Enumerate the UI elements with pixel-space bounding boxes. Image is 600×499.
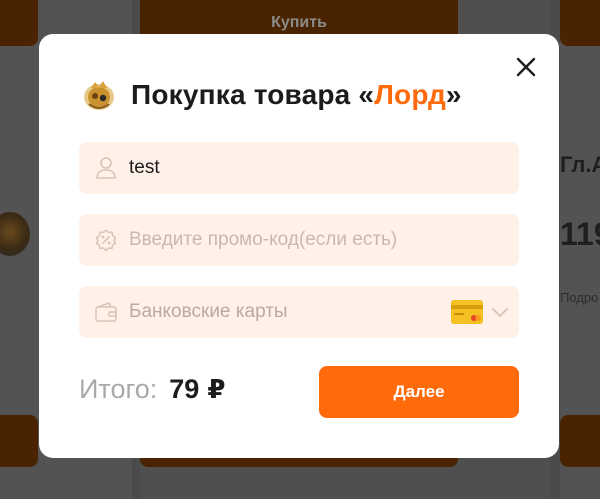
promo-input[interactable] [129,229,459,251]
product-logo-icon [84,81,114,110]
modal-header: Покупка товара «Лорд» [79,78,462,112]
name-field[interactable] [79,142,519,194]
background-buy-button-left [0,0,38,46]
name-input[interactable] [129,157,459,179]
background-product-price: 119 [560,216,600,252]
promo-field[interactable] [79,214,519,266]
background-product-title: Гл.А [560,152,600,177]
user-icon [93,155,119,181]
payment-method-select[interactable]: Банковские карты [79,286,519,338]
chevron-down-icon [492,308,508,317]
background-button-bottom-left [0,415,38,467]
title-prefix: Покупка товара « [131,79,375,110]
product-name: Лорд [374,79,446,110]
total-amount: 79 [169,374,200,404]
bank-card-icon [451,300,483,324]
total-label: Итого: [79,374,158,404]
payment-method-value: Банковские карты [129,301,288,322]
title-suffix: » [445,79,462,110]
background-buy-button-right [560,0,600,46]
close-icon [516,57,536,77]
close-button[interactable] [513,54,539,80]
order-total: Итого: 79 ₽ [79,374,225,405]
percent-badge-icon [93,227,119,253]
background-button-bottom-right [560,415,600,467]
background-details-link: Подро [560,290,599,305]
wallet-icon [93,299,119,325]
purchase-modal: Покупка товара «Лорд» test Введите промо… [39,34,559,458]
next-button[interactable]: Далее [319,366,519,418]
modal-title: Покупка товара «Лорд» [131,79,462,111]
currency-symbol: ₽ [207,374,226,404]
